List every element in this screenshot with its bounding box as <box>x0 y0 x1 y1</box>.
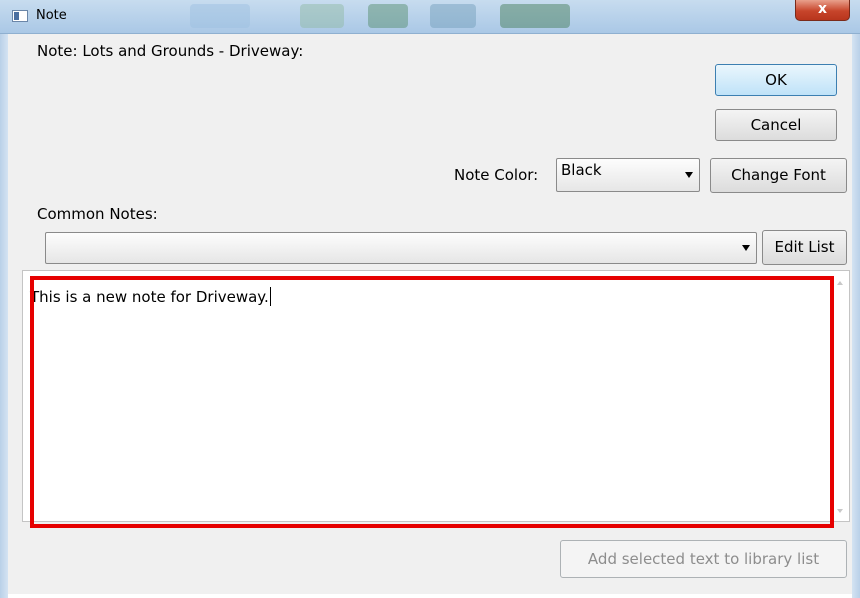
common-notes-label: Common Notes: <box>37 205 158 223</box>
chevron-down-icon <box>685 172 693 178</box>
background-blur <box>430 4 476 28</box>
background-blur <box>368 4 408 28</box>
window-frame-left <box>0 34 8 598</box>
window-title: Note <box>36 8 67 23</box>
note-color-select[interactable]: Black <box>556 158 700 192</box>
change-font-button[interactable]: Change Font <box>710 158 847 193</box>
scroll-down-icon[interactable] <box>837 509 843 513</box>
scroll-up-icon[interactable] <box>837 281 843 285</box>
background-blur <box>500 4 570 28</box>
background-blur <box>190 4 250 28</box>
window-icon <box>12 10 28 22</box>
note-text-area[interactable]: This is a new note for Driveway. <box>22 270 850 522</box>
ok-button[interactable]: OK <box>715 64 837 96</box>
common-notes-select[interactable] <box>45 232 757 264</box>
note-title-label: Note: Lots and Grounds - Driveway: <box>37 42 304 60</box>
note-text: This is a new note for Driveway. <box>30 287 271 306</box>
add-selected-text-button[interactable]: Add selected text to library list <box>560 540 847 578</box>
cancel-button[interactable]: Cancel <box>715 109 837 141</box>
edit-list-button[interactable]: Edit List <box>762 230 847 265</box>
title-bar[interactable]: Note x <box>0 0 860 34</box>
text-caret <box>269 287 271 306</box>
background-blur <box>300 4 344 28</box>
window-frame-right <box>852 34 860 598</box>
note-color-label: Note Color: <box>454 166 539 184</box>
close-button[interactable]: x <box>795 0 850 21</box>
note-color-value: Black <box>561 161 602 179</box>
chevron-down-icon <box>742 245 750 251</box>
